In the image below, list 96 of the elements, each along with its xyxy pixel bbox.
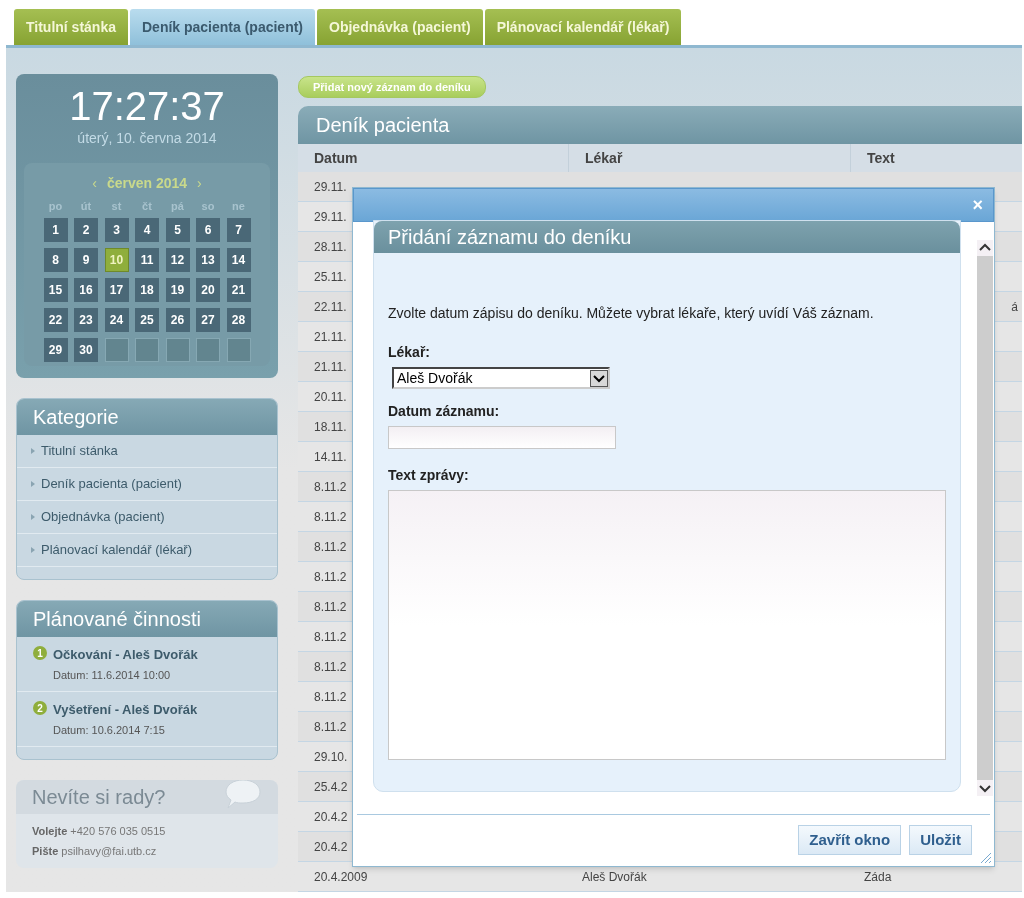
calendar-day[interactable]: 12 bbox=[165, 248, 190, 272]
calendar-day[interactable]: 2 bbox=[74, 218, 98, 242]
form-heading: Přidání záznamu do deníku bbox=[374, 221, 960, 253]
empty-day-cell bbox=[104, 338, 129, 362]
doctor-select[interactable]: Aleš Dvořák bbox=[392, 367, 610, 389]
calendar-day[interactable]: 4 bbox=[135, 218, 159, 242]
table-cell-text: 28.11. bbox=[314, 238, 347, 256]
calendar-day[interactable]: 23 bbox=[74, 308, 98, 332]
contact-line: Pište psilhavy@fai.utb.cz bbox=[32, 844, 158, 858]
table-cell-text: 8.11.2 bbox=[314, 538, 347, 556]
table-cell-text: 8.11.2 bbox=[314, 658, 347, 676]
dialog-button[interactable]: Zavřít okno bbox=[798, 825, 902, 855]
table-cell-text: 8.11.2 bbox=[314, 568, 347, 586]
calendar-day[interactable]: 17 bbox=[104, 278, 129, 302]
table-cell-text: 29.11. bbox=[314, 208, 347, 226]
category-link[interactable]: Deník pacienta (pacient) bbox=[41, 474, 182, 494]
panel-title: Plánované činnosti bbox=[17, 601, 277, 637]
table-cell-text: 22.11. bbox=[314, 298, 347, 316]
empty-day-cell bbox=[165, 338, 190, 362]
activity-title[interactable]: Očkování - Aleš Dvořák bbox=[53, 645, 198, 665]
table-cell-text: 20.4.2 bbox=[314, 838, 348, 856]
chevron-icon bbox=[31, 448, 35, 454]
table-cell-text: 20.4.2009 bbox=[314, 868, 368, 886]
table-cell-text: 8.11.2 bbox=[314, 598, 347, 616]
dialog-button[interactable]: Uložit bbox=[909, 825, 972, 855]
table-cell-text: 25.11. bbox=[314, 268, 347, 286]
calendar-day[interactable]: 9 bbox=[74, 248, 98, 272]
table-cell-text: 8.11.2 bbox=[314, 718, 347, 736]
calendar-day[interactable]: 27 bbox=[196, 308, 220, 332]
clock-time: 17:27:37 bbox=[69, 84, 225, 128]
contact-line: Volejte +420 576 035 0515 bbox=[32, 824, 167, 838]
table-cell-text: 8.11.2 bbox=[314, 508, 347, 526]
panel-title: Kategorie bbox=[17, 399, 277, 435]
category-link[interactable]: Plánovací kalendář (lékař) bbox=[41, 540, 193, 560]
table-cell-text: 21.11. bbox=[314, 328, 347, 346]
table-cell-text: Záda bbox=[863, 868, 893, 886]
panel-title: Deník pacienta bbox=[298, 106, 1022, 145]
table-cell-text: Aleš Dvořák bbox=[581, 868, 648, 886]
calendar-day[interactable]: 21 bbox=[226, 278, 251, 302]
calendar-day[interactable]: 30 bbox=[74, 338, 98, 362]
category-link[interactable]: Objednávka (pacient) bbox=[41, 507, 165, 527]
table-cell-text: 25.4.2 bbox=[314, 778, 348, 796]
calendar-day[interactable]: 18 bbox=[135, 278, 159, 302]
calendar-day[interactable]: 7 bbox=[226, 218, 251, 242]
calendar-day[interactable]: 11 bbox=[135, 248, 159, 272]
chevron-icon bbox=[31, 514, 35, 520]
select-value: Aleš Dvořák bbox=[396, 368, 473, 388]
resize-grip-icon[interactable] bbox=[980, 852, 992, 864]
table-cell-text: 20.11. bbox=[314, 388, 347, 406]
date-input[interactable] bbox=[388, 426, 616, 449]
month-title: červen 2014 bbox=[106, 174, 188, 193]
calendar-day[interactable]: 24 bbox=[104, 308, 129, 332]
calendar-day[interactable]: 19 bbox=[165, 278, 190, 302]
help-title: Nevíte si rady? bbox=[32, 785, 166, 810]
calendar-day[interactable]: 22 bbox=[43, 308, 68, 332]
field-label: Datum záznamu: bbox=[388, 402, 501, 421]
calendar-day[interactable]: 13 bbox=[196, 248, 220, 272]
nav-tab[interactable]: Deník pacienta (pacient) bbox=[130, 9, 316, 45]
table-cell-text: 21.11. bbox=[314, 358, 347, 376]
table-cell-text: 18.11. bbox=[314, 418, 347, 436]
calendar-day[interactable]: 5 bbox=[165, 218, 190, 242]
chevron-icon bbox=[31, 481, 35, 487]
calendar-day[interactable]: 26 bbox=[165, 308, 190, 332]
clock-date: úterý, 10. června 2014 bbox=[77, 129, 217, 148]
empty-day-cell bbox=[196, 338, 220, 362]
table-cell-text: 8.11.2 bbox=[314, 688, 347, 706]
table-cell-text: 14.11. bbox=[314, 448, 347, 466]
table-cell-text: 8.11.2 bbox=[314, 628, 347, 646]
column-header[interactable]: Datum bbox=[298, 144, 568, 173]
activity-title[interactable]: Vyšetření - Aleš Dvořák bbox=[53, 700, 198, 720]
calendar-day[interactable]: 1 bbox=[43, 218, 68, 242]
calendar-day[interactable]: 29 bbox=[43, 338, 68, 362]
calendar-day[interactable]: 25 bbox=[135, 308, 159, 332]
empty-day-cell bbox=[226, 338, 251, 362]
table-cell-text: 29.10. bbox=[314, 748, 348, 766]
activity-date: Datum: 10.6.2014 7:15 bbox=[53, 722, 166, 738]
calendar-day[interactable]: 20 bbox=[196, 278, 220, 302]
form-instructions: Zvolte datum zápisu do deníku. Můžete vybrat lékaře, který uvídí Váš záznam. bbox=[388, 304, 875, 323]
activity-date: Datum: 11.6.2014 10:00 bbox=[53, 667, 172, 683]
table-cell-text: 29.11. bbox=[314, 178, 347, 196]
calendar-day[interactable]: 3 bbox=[104, 218, 129, 242]
field-label: Lékař: bbox=[388, 343, 432, 362]
calendar-day[interactable]: 15 bbox=[43, 278, 68, 302]
calendar-day[interactable]: 14 bbox=[226, 248, 251, 272]
calendar-day[interactable]: 8 bbox=[43, 248, 68, 272]
empty-day-cell bbox=[135, 338, 159, 362]
calendar-day[interactable]: 6 bbox=[196, 218, 220, 242]
calendar-day[interactable]: 16 bbox=[74, 278, 98, 302]
calendar-day[interactable]: 28 bbox=[226, 308, 251, 332]
table-cell-text: 20.4.2 bbox=[314, 808, 348, 826]
field-label: Text zprávy: bbox=[388, 466, 470, 485]
number-badge: 2 bbox=[33, 701, 47, 715]
number-badge: 1 bbox=[33, 646, 47, 660]
chevron-icon bbox=[31, 547, 35, 553]
table-cell-text: 8.11.2 bbox=[314, 478, 347, 496]
category-link[interactable]: Titulní stánka bbox=[41, 441, 118, 461]
